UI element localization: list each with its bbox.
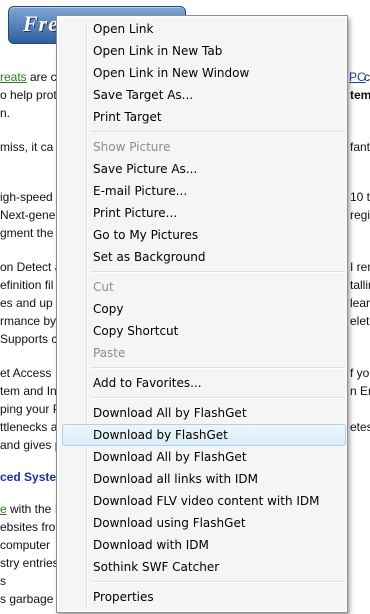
page-text-fragment: stry entries (0, 556, 59, 570)
menu-download-all-flashget-2[interactable]: Download All by FlashGet (62, 446, 346, 468)
page-text-fragment: and gives p (0, 438, 62, 452)
page-text-fragment: n. (0, 106, 11, 120)
page-text-fragment: on Detect a (0, 260, 62, 274)
menu-open-link[interactable]: Open Link (62, 18, 346, 40)
menu-download-with-idm[interactable]: Download with IDM (62, 534, 346, 556)
menu-download-using-flashget[interactable]: Download using FlashGet (62, 512, 346, 534)
menu-show-picture: Show Picture (93, 140, 171, 154)
menu-cut: Cut (93, 280, 114, 294)
page-text-fragment: Supports c (0, 332, 58, 346)
menu-download-all-links-idm[interactable]: Download all links with IDM (62, 468, 346, 490)
menu-set-as-background[interactable]: Set as Background (62, 246, 346, 268)
page-text-fragment: et Access (0, 366, 52, 380)
menu-copy-shortcut[interactable]: Copy Shortcut (62, 320, 346, 342)
menu-save-target-as[interactable]: Save Target As... (62, 84, 346, 106)
page-text-fragment: s garbage (0, 592, 54, 606)
menu-separator (91, 581, 345, 583)
menu-properties[interactable]: Properties (62, 586, 346, 608)
page-text-fragment: lear (350, 296, 370, 310)
context-menu: Open Link Open Link in New Tab Open Link i… (56, 15, 348, 613)
menu-go-to-my-pictures[interactable]: Go to My Pictures (62, 224, 346, 246)
menu-separator (91, 131, 345, 133)
page-text-fragment: es and up (0, 296, 53, 310)
page-text-fragment: efinition fil (0, 278, 54, 292)
context-menu-body: Open Link Open Link in New Tab Open Link i… (59, 18, 346, 610)
page-text-fragment: ced Syste (0, 470, 57, 484)
menu-separator (91, 397, 345, 399)
menu-download-all-flashget[interactable]: Download All by FlashGet (62, 402, 346, 424)
page-text-fragment[interactable]: e (0, 502, 7, 517)
menu-save-picture-as[interactable]: Save Picture As... (62, 158, 346, 180)
page-text-fragment: eletin (350, 314, 370, 328)
page-text-fragment: regis (350, 208, 370, 222)
menu-open-link-new-tab[interactable]: Open Link in New Tab (62, 40, 346, 62)
page-text-fragment: 10 ti (350, 190, 370, 204)
menu-download-by-flashget[interactable]: Download by FlashGet (62, 424, 346, 446)
page-text-fragment: tem and In (0, 384, 57, 398)
menu-open-link-new-window[interactable]: Open Link in New Window (62, 62, 346, 84)
page-text-fragment: Next-gene (0, 208, 56, 222)
page-text-fragment: with the I (10, 502, 59, 516)
page-text-fragment: miss, it ca (0, 140, 54, 154)
page-text-fragment: ebsites fro (0, 520, 56, 534)
page-text-fragment: ping your P (0, 402, 61, 416)
menu-sothink-swf-catcher[interactable]: Sothink SWF Catcher (62, 556, 346, 578)
page-text-fragment: tem (350, 88, 370, 102)
menu-print-picture[interactable]: Print Picture... (62, 202, 346, 224)
page-text-fragment: computer (0, 538, 51, 552)
menu-print-target[interactable]: Print Target (62, 106, 346, 128)
page-text-fragment: rmance by (0, 314, 57, 328)
menu-add-to-favorites[interactable]: Add to Favorites... (62, 372, 346, 394)
page-text-fragment: n Err (350, 384, 370, 398)
menu-paste: Paste (93, 346, 126, 360)
page-text-fragment[interactable]: reats (0, 70, 27, 85)
menu-separator (91, 271, 345, 273)
page-text-fragment: ttlenecks a (0, 420, 58, 434)
page-text-fragment: fant (350, 140, 370, 154)
page-text-fragment: I ren (350, 260, 370, 274)
page-text-fragment: igh-speed (0, 190, 53, 204)
menu-email-picture[interactable]: E-mail Picture... (62, 180, 346, 202)
page-text-fragment: c (364, 70, 370, 84)
page-text-fragment: gment the (0, 226, 54, 240)
page-text-fragment: tallin (350, 278, 370, 292)
page-text-fragment: s (0, 574, 6, 588)
page-text-fragment: o help prot (0, 88, 57, 102)
page-text-fragment: are c (30, 70, 57, 84)
menu-download-flv-idm[interactable]: Download FLV video content with IDM (62, 490, 346, 512)
page-text-fragment: etes (350, 420, 370, 434)
menu-copy[interactable]: Copy (62, 298, 346, 320)
page-text-fragment: f you (350, 366, 370, 380)
menu-separator (91, 367, 345, 369)
